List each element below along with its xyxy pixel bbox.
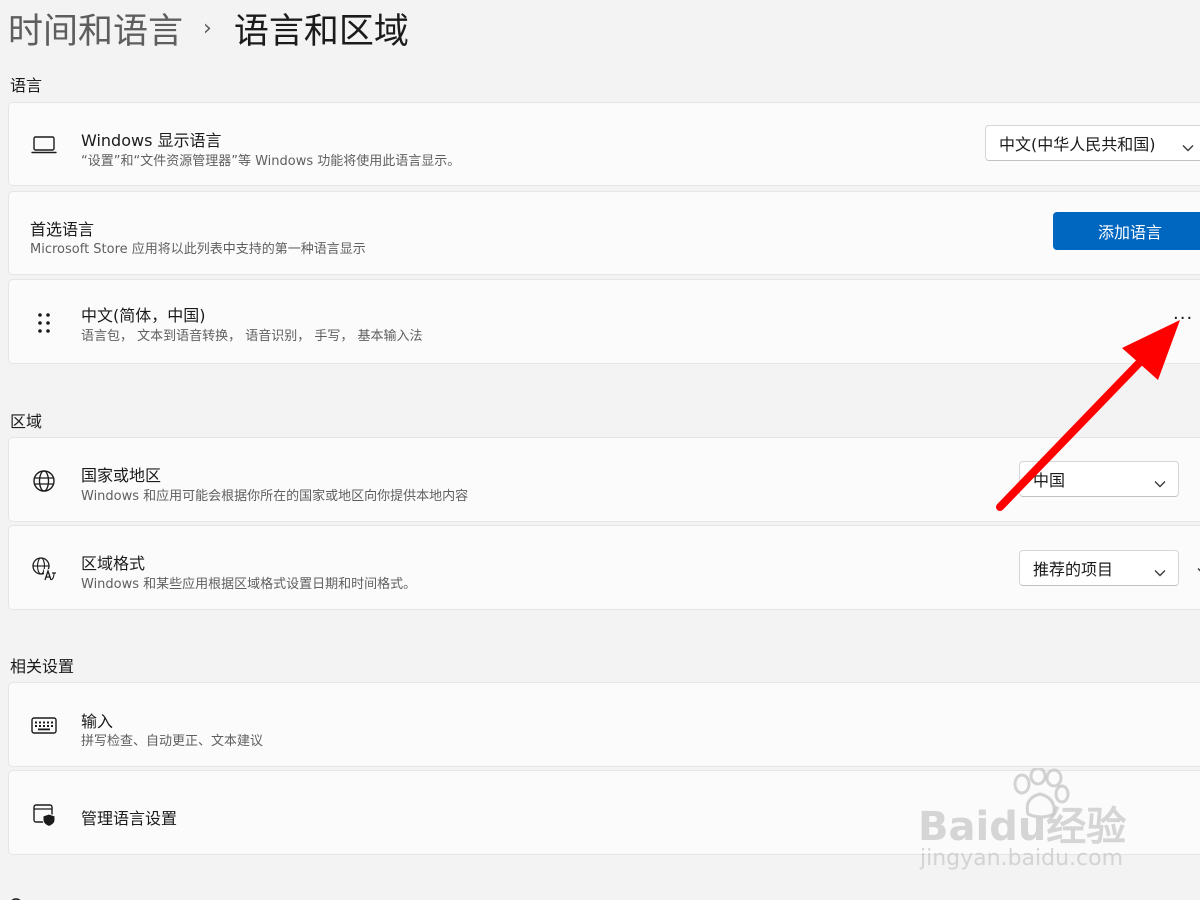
settings-page: 时间和语言 › 语言和区域 语言 Windows 显示语言 “设置”和“文件资源… [0, 0, 1200, 900]
annotation-arrow [996, 320, 1180, 511]
